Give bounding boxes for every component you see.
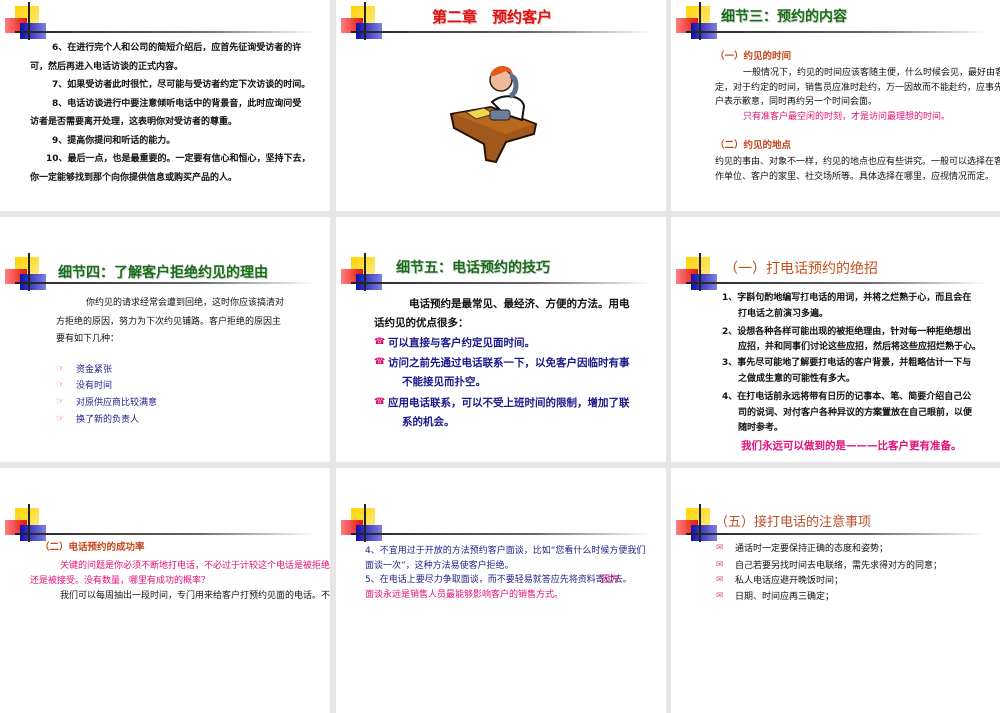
slide-logo-decoration-icon bbox=[336, 468, 666, 548]
body-line: 可，然后再进入电话访谈的正式内容。 bbox=[30, 62, 184, 72]
body-line: 9、提高你提问和听话的能力。 bbox=[52, 136, 176, 146]
body-line: 约见的事由、对象不一样，约见的地点也应有些讲究。一般可以选择在客户工 bbox=[715, 157, 1000, 167]
slide-logo-decoration-icon bbox=[0, 468, 330, 548]
bullet-item: 私人电话应避开晚饭时间； bbox=[735, 576, 844, 586]
phone-bullet-icon: ☎ bbox=[374, 397, 386, 407]
list-item: 可以直接与客户约定见面时间。 bbox=[388, 337, 535, 349]
slide-logo-decoration-icon bbox=[671, 468, 1000, 548]
pointing-hand-bullet-icon: ☞ bbox=[56, 414, 65, 424]
body-line: 话约见的优点很多： bbox=[374, 317, 469, 329]
phone-bullet-icon: ☎ bbox=[374, 357, 386, 367]
bullet-item: 没有时间 bbox=[76, 381, 113, 391]
body-line: 5、在电话上要尽力争取面谈，而不要轻易就答应先将资料寄过去。 bbox=[365, 575, 632, 585]
bullet-item: 换了新的负责人 bbox=[76, 415, 140, 425]
body-line: 要有如下几种： bbox=[56, 334, 120, 344]
bullet-item: 日期、时间应再三确定； bbox=[735, 592, 835, 602]
bullet-item: 自己若要另找时间去电联络，需先求得对方的同意； bbox=[735, 561, 943, 571]
highlight-text: 只有准客户最空闲的时刻，才是访问最理想的时间。 bbox=[743, 112, 951, 122]
body-line: 面谈永远是销售人员最能够影响客户的销售方式。 bbox=[365, 590, 564, 600]
slide-logo-decoration-icon bbox=[336, 217, 666, 297]
pointing-hand-bullet-icon: ☞ bbox=[56, 380, 65, 390]
body-line: 我们可以每周抽出一段时间，专门用来给客户打预约见面的电话。不 bbox=[60, 591, 330, 601]
bullet-icon: ✉ bbox=[716, 575, 724, 585]
slide-thumbnail-2[interactable]: 第二章 预约客户 bbox=[336, 0, 666, 211]
list-item: 系的机会。 bbox=[402, 416, 455, 428]
body-line: 定，对于约定的时间，销售员应准时赴约，万一因故而不能赴约，应事先向客 bbox=[715, 83, 1000, 93]
section-heading: （一）约见的时间 bbox=[715, 51, 792, 62]
body-line: 8、电话访谈进行中要注意倾听电话中的背景音，此时应询问受 bbox=[52, 99, 302, 109]
body-line: 电话预约是最常见、最经济、方便的方法。用电 bbox=[409, 298, 630, 310]
bullet-item: 资金紧张 bbox=[76, 365, 113, 375]
section-heading: （二）约见的地点 bbox=[715, 140, 792, 151]
slide-title: 细节五：电话预约的技巧 bbox=[396, 260, 550, 276]
body-line: 10、最后一点，也是最重要的。一定要有信心和恒心，坚持下去， bbox=[46, 154, 311, 164]
body-line: 关键的问题是你必须不断地打电话，不必过于计较这个电话是被拒绝 bbox=[60, 561, 330, 571]
slide-title: 第二章 预约客户 bbox=[432, 8, 553, 26]
slide-thumbnail-5[interactable]: 细节五：电话预约的技巧电话预约是最常见、最经济、方便的方法。用电话约见的优点很多… bbox=[336, 217, 666, 462]
body-line: 户表示歉意，同时再约另一个时间会面。 bbox=[715, 97, 878, 107]
slide-thumbnail-8[interactable]: 4、不宜用过于开放的方法预约客户面谈，比如“您看什么时候方便我们 面谈一次”，这种… bbox=[336, 468, 666, 713]
body-line: 4、在打电话前永远将带有日历的记事本、笔、简要介绍自己公 bbox=[722, 392, 972, 402]
body-line: 4、不宜用过于开放的方法预约客户面谈，比如“您看什么时候方便我们 bbox=[365, 546, 646, 556]
body-line: 2、设想各种各样可能出现的被拒绝理由，针对每一种拒绝想出 bbox=[722, 327, 972, 337]
body-line: 面谈一次”，这种方法易使客户拒绝。 bbox=[365, 561, 514, 571]
list-item: 不能接见而扑空。 bbox=[402, 376, 486, 388]
pointing-hand-bullet-icon: ☞ bbox=[56, 397, 65, 407]
slide-thumbnail-7[interactable]: （二）电话预约的成功率关键的问题是你必须不断地打电话，不必过于计较这个电话是被拒… bbox=[0, 468, 330, 713]
bullet-item: 通话时一定要保持正确的态度和姿势； bbox=[735, 544, 889, 554]
slide-title: 细节四：了解客户拒绝约见的理由 bbox=[58, 265, 268, 281]
body-line: 之做成生意的可能性有多大。 bbox=[738, 374, 856, 384]
phone-bullet-icon: ☎ bbox=[374, 337, 386, 347]
slide-logo-decoration-icon bbox=[671, 217, 1000, 297]
highlight-text: 我们永远可以做到的是———比客户更有准备。 bbox=[741, 440, 962, 452]
bullet-icon: ✉ bbox=[716, 560, 724, 570]
slide-thumbnail-4[interactable]: 细节四：了解客户拒绝约见的理由你约见的请求经常会遭到回绝，这时你应该搞清对方拒绝… bbox=[0, 217, 330, 462]
bullet-item: 对原供应商比较满意 bbox=[76, 398, 158, 408]
slide-title: （五）接打电话的注意事项 bbox=[715, 515, 872, 530]
body-line: 还是被接受。没有数量，哪里有成功的概率？ bbox=[30, 576, 211, 586]
body-line: 7、如果受访者此时很忙，尽可能与受访者约定下次访谈的时间。 bbox=[52, 80, 311, 90]
body-line: 随时参考。 bbox=[738, 423, 784, 433]
body-line: 因为 bbox=[601, 575, 620, 585]
body-line: 你一定能够找到那个向你提供信息或购买产品的人。 bbox=[30, 173, 238, 183]
body-line: 访者是否需要离开处理，这表明你对受访者的尊重。 bbox=[30, 117, 238, 127]
man-on-phone-clipart-icon bbox=[446, 62, 546, 176]
body-line: 一般情况下，约见的时间应该客随主便，什么时候会见，最好由客户决 bbox=[743, 68, 1000, 78]
body-line: 司的说词、对付客户各种异议的方案置放在自己眼前，以便 bbox=[738, 408, 973, 418]
list-item: 应用电话联系，可以不受上班时间的限制，增加了联 bbox=[388, 397, 630, 409]
slide-logo-decoration-icon bbox=[0, 0, 330, 46]
body-line: 6、在进行完个人和公司的简短介绍后，应首先征询受访者的许 bbox=[52, 43, 302, 53]
body-line: 应招，并和同事们讨论这些应招，然后将这些应招烂熟于心。 bbox=[738, 342, 982, 352]
body-line: 3、事先尽可能地了解要打电话的客户背景，并粗略估计一下与 bbox=[722, 358, 972, 368]
slide-logo-decoration-icon bbox=[0, 217, 330, 297]
pointing-hand-bullet-icon: ☞ bbox=[56, 364, 65, 374]
body-line: 1、字斟句酌地编写打电话的用词，并将之烂熟于心，而且会在 bbox=[722, 293, 972, 303]
section-heading: （二）电话预约的成功率 bbox=[40, 542, 145, 553]
list-item: 访问之前先通过电话联系一下，以免客户因临时有事 bbox=[388, 357, 630, 369]
slide-thumbnail-3[interactable]: 细节三：预约的内容 （一）约见的时间一般情况下，约见的时间应该客随主便，什么时候会… bbox=[671, 0, 1000, 211]
slide-title: 细节三：预约的内容 bbox=[721, 9, 847, 25]
slide-title: （一）打电话预约的绝招 bbox=[724, 261, 878, 277]
slide-thumbnail-1[interactable]: 6、在进行完个人和公司的简短介绍后，应首先征询受访者的许可，然后再进入电话访谈的… bbox=[0, 0, 330, 211]
body-line: 打电话之前演习多遍。 bbox=[738, 309, 829, 319]
slide-thumbnail-6[interactable]: （一）打电话预约的绝招 1、字斟句酌地编写打电话的用词，并将之烂熟于心，而且会在打… bbox=[671, 217, 1000, 462]
bullet-icon: ✉ bbox=[716, 543, 724, 553]
body-line: 作单位、客户的家里、社交场所等。具体选择在哪里，应视情况而定。 bbox=[715, 172, 995, 182]
body-line: 你约见的请求经常会遭到回绝，这时你应该搞清对 bbox=[86, 298, 285, 308]
body-line: 方拒绝的原因，努力为下次约见铺路。客户拒绝的原因主 bbox=[56, 317, 282, 327]
slide-thumbnail-9[interactable]: （五）接打电话的注意事项通话时一定要保持正确的态度和姿势； 自己若要另找时间去电联… bbox=[671, 468, 1000, 713]
